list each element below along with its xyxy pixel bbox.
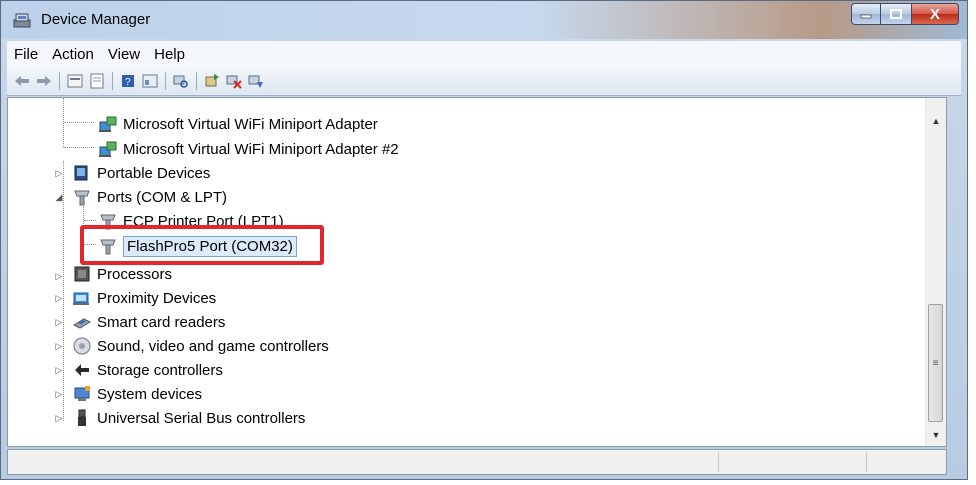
tree-item-label: Proximity Devices	[97, 289, 217, 307]
update-driver-icon[interactable]	[203, 72, 221, 90]
tree-item-label: Smart card readers	[97, 313, 226, 331]
tree-item-smart-card-readers[interactable]: Smart card readers	[72, 310, 225, 334]
tree-item-label: Storage controllers	[97, 361, 223, 379]
disable-icon[interactable]	[247, 72, 265, 90]
tree-item-ports[interactable]: Ports (COM & LPT)	[72, 185, 227, 209]
tree-line	[63, 98, 64, 148]
tree-item-storage-controllers[interactable]: Storage controllers	[72, 358, 223, 382]
processor-icon	[74, 266, 90, 282]
scroll-down-arrow[interactable]: ▼	[926, 426, 946, 444]
device-manager-window: Device Manager X File Action View Help ?…	[0, 0, 968, 480]
title-bar[interactable]: Device Manager X	[1, 1, 967, 39]
expand-usb-controllers[interactable]: ▷	[54, 413, 64, 423]
uninstall-icon[interactable]	[225, 72, 243, 90]
toolbar-separator	[165, 72, 166, 90]
expand-sound-video-game[interactable]: ▷	[54, 341, 64, 351]
expand-storage-controllers[interactable]: ▷	[54, 365, 64, 375]
forward-icon[interactable]	[35, 72, 53, 90]
sound-icon	[73, 337, 91, 355]
device-tree[interactable]: Microsoft Virtual WiFi Miniport Adapter …	[7, 97, 947, 447]
system-icon	[74, 386, 90, 401]
menu-file[interactable]: File	[7, 46, 45, 63]
scroll-grip-icon: ≡	[932, 357, 939, 369]
toolbar-separator	[112, 72, 113, 90]
status-bar	[7, 449, 947, 475]
tree-line	[84, 220, 96, 221]
status-pane-divider	[718, 452, 719, 472]
tree-item-sound-video-game[interactable]: Sound, video and game controllers	[72, 334, 329, 358]
smart-card-icon	[72, 318, 92, 329]
tree-item-label: System devices	[97, 385, 203, 403]
storage-icon	[75, 364, 89, 376]
scroll-thumb[interactable]: ≡	[928, 304, 943, 422]
tree-item-wifi-adapter-2[interactable]: Microsoft Virtual WiFi Miniport Adapter …	[98, 137, 399, 161]
tree-item-system-devices[interactable]: System devices	[72, 382, 202, 406]
close-icon: X	[929, 5, 940, 23]
collapse-ports[interactable]: ◢	[54, 192, 64, 202]
tree-item-label: Ports (COM & LPT)	[97, 188, 228, 206]
toolbar-separator	[196, 72, 197, 90]
expand-processors[interactable]: ▷	[54, 271, 64, 281]
minimize-button[interactable]	[851, 3, 881, 25]
tree-item-label: Microsoft Virtual WiFi Miniport Adapter	[123, 115, 378, 133]
expand-portable-devices[interactable]: ▷	[54, 168, 64, 178]
usb-icon	[78, 409, 86, 426]
toolbar: ?	[7, 67, 961, 96]
expand-proximity-devices[interactable]: ▷	[54, 293, 64, 303]
status-pane-divider	[866, 452, 867, 472]
proximity-icon	[73, 292, 89, 305]
port-icon	[74, 190, 90, 206]
menu-help[interactable]: Help	[147, 46, 192, 63]
scan-hardware-icon[interactable]	[172, 72, 190, 90]
tree-item-label: Processors	[97, 265, 173, 283]
list-icon[interactable]	[88, 72, 106, 90]
device-manager-icon	[13, 13, 31, 28]
properties-icon[interactable]	[66, 72, 84, 90]
tree-line	[64, 147, 94, 148]
tree-item-label: Portable Devices	[97, 164, 211, 182]
tree-item-proximity-devices[interactable]: Proximity Devices	[72, 286, 216, 310]
caption-buttons: X	[851, 3, 959, 27]
minimize-icon	[860, 14, 872, 19]
tree-item-label: Universal Serial Bus controllers	[97, 409, 306, 427]
portable-device-icon	[74, 165, 88, 181]
toolbar-separator	[59, 72, 60, 90]
tree-item-portable-devices[interactable]: Portable Devices	[72, 161, 210, 185]
tree-item-label: Sound, video and game controllers	[97, 337, 329, 355]
maximize-icon	[890, 9, 902, 19]
view-icon[interactable]	[141, 72, 159, 90]
tree-item-usb-controllers[interactable]: Universal Serial Bus controllers	[72, 406, 305, 430]
scroll-up-arrow[interactable]: ▲	[926, 112, 946, 130]
menu-bar: File Action View Help	[7, 41, 961, 67]
back-icon[interactable]	[13, 72, 31, 90]
tree-item-processors[interactable]: Processors	[72, 262, 172, 286]
window-title: Device Manager	[41, 11, 151, 28]
menu-action[interactable]: Action	[45, 46, 101, 63]
expand-system-devices[interactable]: ▷	[54, 389, 64, 399]
tree-item-label: Microsoft Virtual WiFi Miniport Adapter …	[123, 140, 399, 158]
svg-text:?: ?	[125, 77, 131, 88]
close-button[interactable]: X	[911, 3, 959, 25]
vertical-scrollbar[interactable]: ▲ ≡ ▼	[925, 98, 946, 446]
tree-line	[64, 122, 94, 123]
annotation-highlight-box	[80, 225, 324, 265]
maximize-button[interactable]	[881, 3, 911, 25]
menu-view[interactable]: View	[101, 46, 147, 63]
network-adapter-icon	[99, 116, 117, 132]
expand-smart-card-readers[interactable]: ▷	[54, 317, 64, 327]
network-adapter-icon	[99, 141, 117, 157]
tree-item-wifi-adapter[interactable]: Microsoft Virtual WiFi Miniport Adapter	[98, 112, 378, 136]
help-icon[interactable]: ?	[119, 72, 137, 90]
